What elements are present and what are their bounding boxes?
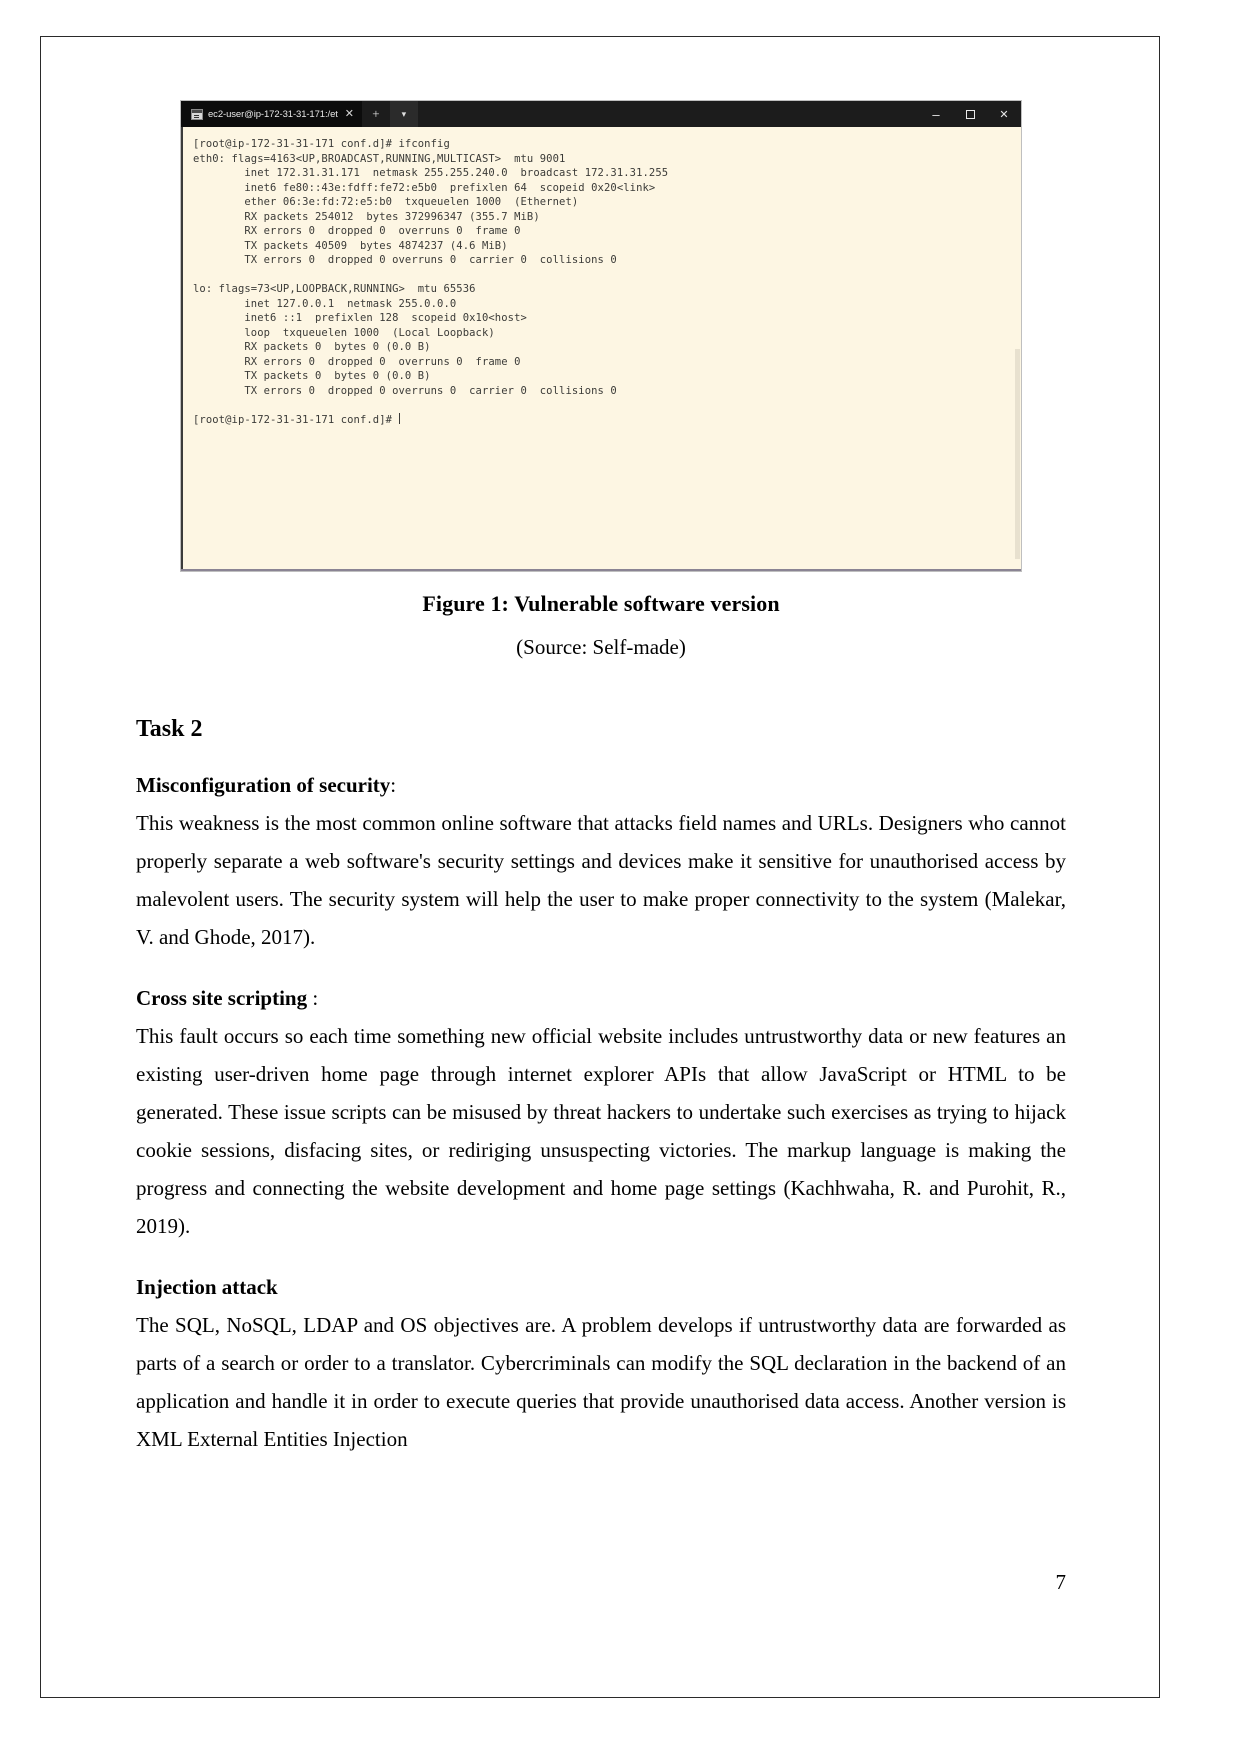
section-heading-suffix: : — [307, 986, 319, 1010]
close-icon[interactable]: ✕ — [343, 108, 354, 120]
terminal-line: TX errors 0 dropped 0 overruns 0 carrier… — [193, 384, 617, 397]
terminal-output[interactable]: [root@ip-172-31-31-171 conf.d]# ifconfig… — [181, 127, 1021, 569]
terminal-scrollbar[interactable] — [1015, 349, 1020, 559]
terminal-line: ether 06:3e:fd:72:e5:b0 txqueuelen 1000 … — [193, 196, 579, 208]
terminal-line: RX packets 0 bytes 0 (0.0 B) — [193, 341, 431, 353]
plus-icon[interactable]: + — [361, 101, 390, 127]
terminal-line: inet 127.0.0.1 netmask 255.0.0.0 — [193, 297, 457, 310]
section-body-injection: The SQL, NoSQL, LDAP and OS objectives a… — [136, 1313, 1066, 1451]
minimize-icon[interactable]: – — [919, 101, 953, 127]
terminal-line: RX packets 254012 bytes 372996347 (355.7… — [193, 210, 540, 223]
terminal-cursor — [398, 412, 400, 424]
page-number: 7 — [1055, 1570, 1067, 1594]
terminal-line: loop txqueuelen 1000 (Local Loopback) — [193, 326, 495, 339]
section-heading-misconfiguration: Misconfiguration of security: — [136, 773, 1066, 798]
section-heading-text: Misconfiguration of security — [136, 773, 391, 797]
terminal-tab-title: ec2-user@ip-172-31-31-171:/et — [208, 108, 338, 120]
figure-source: (Source: Self-made) — [516, 635, 686, 659]
terminal-line: inet6 ::1 prefixlen 128 scopeid 0x10<hos… — [193, 312, 527, 324]
maximize-icon[interactable] — [953, 101, 987, 127]
terminal-screenshot-figure: ec2-user@ip-172-31-31-171:/et ✕ + ▾ – ✕ … — [181, 101, 1021, 571]
terminal-bottom-border — [181, 569, 1021, 571]
terminal-tab[interactable]: ec2-user@ip-172-31-31-171:/et ✕ — [181, 101, 362, 127]
figure-caption: Figure 1: Vulnerable software version — [422, 591, 780, 616]
terminal-line: inet6 fe80::43e:fdff:fe72:e5b0 prefixlen… — [193, 181, 656, 194]
terminal-line: inet 172.31.31.171 netmask 255.255.240.0… — [193, 167, 669, 179]
terminal-line: [root@ip-172-31-31-171 conf.d]# ifconfig — [193, 138, 450, 150]
section-body-misconfiguration: This weakness is the most common online … — [136, 811, 1066, 949]
section-heading-text: Cross site scripting — [136, 986, 308, 1010]
terminal-icon — [191, 108, 203, 120]
terminal-line: eth0: flags=4163<UP,BROADCAST,RUNNING,MU… — [193, 152, 566, 165]
section-body-xss: This fault occurs so each time something… — [136, 1024, 1066, 1238]
section-heading-injection: Injection attack — [136, 1275, 1066, 1300]
section-heading-suffix: : — [390, 773, 397, 797]
document-page: ec2-user@ip-172-31-31-171:/et ✕ + ▾ – ✕ … — [40, 36, 1160, 1698]
chevron-down-icon[interactable]: ▾ — [389, 101, 418, 127]
section-heading-xss: Cross site scripting : — [136, 986, 1066, 1011]
terminal-titlebar: ec2-user@ip-172-31-31-171:/et ✕ + ▾ – ✕ — [181, 101, 1021, 127]
page-number-area: 7 — [136, 1565, 1067, 1595]
terminal-line: TX errors 0 dropped 0 overruns 0 carrier… — [193, 254, 617, 266]
terminal-line: TX packets 0 bytes 0 (0.0 B) — [193, 370, 431, 382]
section-heading-text: Injection attack — [136, 1275, 278, 1299]
terminal-line: lo: flags=73<UP,LOOPBACK,RUNNING> mtu 65… — [193, 283, 476, 295]
window-controls: – ✕ — [919, 101, 1021, 127]
terminal-prompt: [root@ip-172-31-31-171 conf.d]# — [193, 413, 399, 426]
close-window-icon[interactable]: ✕ — [987, 101, 1021, 127]
terminal-line: TX packets 40509 bytes 4874237 (4.6 MiB) — [193, 239, 508, 252]
terminal-line: RX errors 0 dropped 0 overruns 0 frame 0 — [193, 355, 521, 368]
page-title: Task 2 — [136, 716, 203, 742]
page-content: ec2-user@ip-172-31-31-171:/et ✕ + ▾ – ✕ … — [136, 101, 1066, 1458]
terminal-line: RX errors 0 dropped 0 overruns 0 frame 0 — [193, 225, 521, 237]
titlebar-spacer — [417, 101, 919, 127]
terminal-prompt-line: [root@ip-172-31-31-171 conf.d]# — [193, 412, 1009, 428]
